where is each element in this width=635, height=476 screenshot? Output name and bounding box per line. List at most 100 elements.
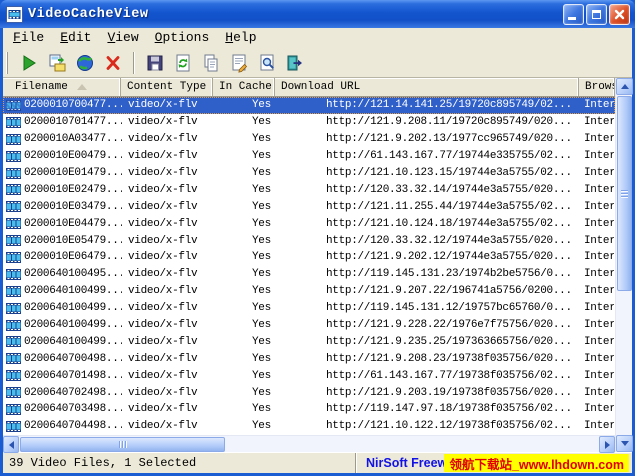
download-url-cell: http://120.33.32.14/19744e3a5755/020... bbox=[276, 182, 580, 197]
browser-cell: Intern bbox=[580, 132, 614, 147]
table-row[interactable]: 0200010E05479... video/x-flv Yes http://… bbox=[3, 232, 615, 249]
browser-cell: Intern bbox=[580, 368, 614, 383]
menubar: FileEditViewOptionsHelp bbox=[3, 28, 632, 48]
table-row[interactable]: 0200010E00479... video/x-flv Yes http://… bbox=[3, 148, 615, 165]
filename-cell: 0200640702498... bbox=[24, 387, 122, 399]
table-row[interactable]: 0200010E01479... video/x-flv Yes http://… bbox=[3, 165, 615, 182]
film-icon bbox=[6, 151, 21, 162]
find-button[interactable] bbox=[256, 52, 278, 74]
content-type-cell: video/x-flv bbox=[122, 301, 214, 316]
content-type-cell: video/x-flv bbox=[122, 402, 214, 417]
table-row[interactable]: 0200640100499... video/x-flv Yes http://… bbox=[3, 317, 615, 334]
in-cache-cell: Yes bbox=[214, 385, 276, 400]
maximize-icon bbox=[592, 10, 601, 19]
column-header-filename[interactable]: Filename bbox=[3, 78, 121, 96]
lhdown-watermark-badge[interactable]: 领航下载站_www.lhdown.com bbox=[444, 454, 629, 472]
table-row[interactable]: 0200010E06479... video/x-flv Yes http://… bbox=[3, 249, 615, 266]
download-url-cell: http://121.9.202.12/19744e3a5755/020... bbox=[276, 250, 580, 265]
properties-button[interactable] bbox=[228, 52, 250, 74]
content-type-cell: video/x-flv bbox=[122, 233, 214, 248]
scroll-up-button[interactable] bbox=[616, 78, 633, 95]
column-header-download-url[interactable]: Download URL bbox=[275, 78, 579, 96]
film-icon bbox=[6, 353, 21, 364]
table-row[interactable]: 0200640704498... video/x-flv Yes http://… bbox=[3, 418, 615, 435]
download-url-cell: http://121.9.208.11/19720c895749/020... bbox=[276, 115, 580, 130]
menu-view[interactable]: View bbox=[99, 28, 146, 48]
in-cache-cell: Yes bbox=[214, 250, 276, 265]
play-button[interactable] bbox=[18, 52, 40, 74]
table-row[interactable]: 0200640701498... video/x-flv Yes http://… bbox=[3, 367, 615, 384]
app-icon bbox=[6, 6, 23, 23]
filename-cell: 0200010A03477... bbox=[24, 133, 122, 145]
table-row[interactable]: 0200010E04479... video/x-flv Yes http://… bbox=[3, 215, 615, 232]
content-type-cell: video/x-flv bbox=[122, 334, 214, 349]
save-button[interactable] bbox=[144, 52, 166, 74]
column-header-browse[interactable]: Browse bbox=[579, 78, 615, 96]
in-cache-cell: Yes bbox=[214, 334, 276, 349]
listview-area: FilenameContent TypeIn CacheDownload URL… bbox=[3, 78, 632, 452]
in-cache-cell: Yes bbox=[214, 115, 276, 130]
close-button[interactable] bbox=[609, 4, 630, 25]
copy-selected-files-button[interactable] bbox=[46, 52, 68, 74]
content-type-cell: video/x-flv bbox=[122, 267, 214, 282]
table-row[interactable]: 0200640100499... video/x-flv Yes http://… bbox=[3, 283, 615, 300]
titlebar[interactable]: VideoCacheView bbox=[0, 0, 635, 28]
menu-file[interactable]: File bbox=[5, 28, 52, 48]
film-icon bbox=[6, 235, 21, 246]
browser-cell: Intern bbox=[580, 385, 614, 400]
filename-cell: 0200640701498... bbox=[24, 370, 122, 382]
film-icon bbox=[6, 252, 21, 263]
filename-cell: 0200640700498... bbox=[24, 353, 122, 365]
scroll-right-button[interactable] bbox=[599, 436, 615, 453]
table-row[interactable]: 0200010700477... video/x-flv Yes http://… bbox=[3, 97, 615, 114]
browser-cell: Intern bbox=[580, 98, 614, 113]
content-type-cell: video/x-flv bbox=[122, 98, 214, 113]
in-cache-cell: Yes bbox=[214, 402, 276, 417]
download-url-cell: http://61.143.167.77/19744e335755/02... bbox=[276, 149, 580, 164]
in-cache-cell: Yes bbox=[214, 233, 276, 248]
filename-cell: 0200640100495... bbox=[24, 268, 122, 280]
in-cache-cell: Yes bbox=[214, 419, 276, 434]
film-icon bbox=[6, 100, 21, 111]
scroll-left-button[interactable] bbox=[3, 436, 19, 453]
vertical-scroll-thumb[interactable] bbox=[617, 96, 632, 291]
column-header-in-cache[interactable]: In Cache bbox=[213, 78, 275, 96]
maximize-button[interactable] bbox=[586, 4, 607, 25]
table-row[interactable]: 0200640703498... video/x-flv Yes http://… bbox=[3, 401, 615, 418]
table-row[interactable]: 0200640100499... video/x-flv Yes http://… bbox=[3, 333, 615, 350]
filename-cell: 0200010E01479... bbox=[24, 167, 122, 179]
film-icon bbox=[6, 168, 21, 179]
in-cache-cell: Yes bbox=[214, 166, 276, 181]
table-row[interactable]: 0200640100495... video/x-flv Yes http://… bbox=[3, 266, 615, 283]
menu-help[interactable]: Help bbox=[217, 28, 264, 48]
horizontal-scrollbar[interactable] bbox=[3, 435, 615, 452]
download-url-cell: http://121.10.123.15/19744e3a5755/02... bbox=[276, 166, 580, 181]
column-header-content-type[interactable]: Content Type bbox=[121, 78, 213, 96]
scroll-down-button[interactable] bbox=[616, 435, 633, 452]
in-cache-cell: Yes bbox=[214, 132, 276, 147]
table-row[interactable]: 0200010701477... video/x-flv Yes http://… bbox=[3, 114, 615, 131]
film-icon bbox=[6, 269, 21, 280]
horizontal-scroll-thumb[interactable] bbox=[20, 437, 225, 452]
delete-button[interactable] bbox=[102, 52, 124, 74]
table-row[interactable]: 0200010E03479... video/x-flv Yes http://… bbox=[3, 198, 615, 215]
exit-button[interactable] bbox=[284, 52, 306, 74]
content-type-cell: video/x-flv bbox=[122, 318, 214, 333]
table-row[interactable]: 0200640100499... video/x-flv Yes http://… bbox=[3, 300, 615, 317]
film-icon bbox=[6, 134, 21, 145]
refresh-button[interactable] bbox=[172, 52, 194, 74]
copy-button[interactable] bbox=[200, 52, 222, 74]
filename-cell: 0200010700477... bbox=[24, 99, 122, 111]
vertical-scrollbar[interactable] bbox=[615, 78, 632, 452]
column-header-row: FilenameContent TypeIn CacheDownload URL… bbox=[3, 78, 615, 97]
open-download-url-button[interactable] bbox=[74, 52, 96, 74]
menu-edit[interactable]: Edit bbox=[52, 28, 99, 48]
table-row[interactable]: 0200010A03477... video/x-flv Yes http://… bbox=[3, 131, 615, 148]
menu-options[interactable]: Options bbox=[147, 28, 218, 48]
minimize-button[interactable] bbox=[563, 4, 584, 25]
table-row[interactable]: 0200640700498... video/x-flv Yes http://… bbox=[3, 350, 615, 367]
browser-cell: Intern bbox=[580, 250, 614, 265]
film-icon bbox=[6, 117, 21, 128]
table-row[interactable]: 0200010E02479... video/x-flv Yes http://… bbox=[3, 181, 615, 198]
table-row[interactable]: 0200640702498... video/x-flv Yes http://… bbox=[3, 384, 615, 401]
